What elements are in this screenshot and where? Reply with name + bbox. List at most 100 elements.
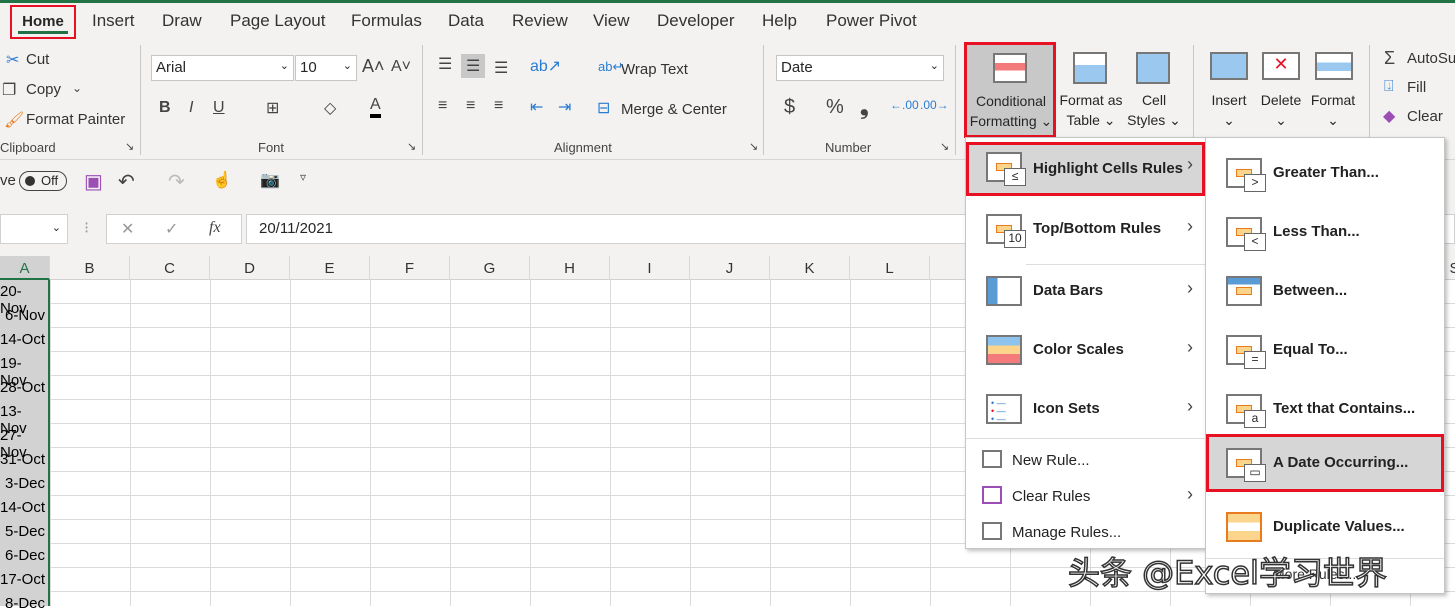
borders-icon[interactable]: ⊞ <box>266 98 279 118</box>
cell-a[interactable]: 28-Oct <box>0 379 45 396</box>
percent-button[interactable]: % <box>826 96 844 119</box>
menu-item-highlight-cells-rules[interactable]: ≤ Highlight Cells Rules › <box>966 142 1205 196</box>
autosave-toggle[interactable]: Off <box>19 171 67 191</box>
cell-a[interactable]: 14-Oct <box>0 331 45 348</box>
cell-styles-button[interactable]: Cell Styles ⌄ <box>1124 90 1184 130</box>
tab-developer[interactable]: Developer <box>657 11 735 31</box>
tab-review[interactable]: Review <box>512 11 568 31</box>
menu-item-date-occurring[interactable]: ▭ A Date Occurring... <box>1206 434 1444 492</box>
tab-data[interactable]: Data <box>448 11 484 31</box>
cell-a[interactable]: 6-Nov <box>5 307 45 324</box>
underline-button[interactable]: U <box>213 99 225 117</box>
increase-font-icon[interactable]: A˄ <box>362 56 385 77</box>
insert-function-button[interactable]: fx <box>209 219 221 237</box>
column-header[interactable]: G <box>450 256 530 280</box>
number-format-select[interactable]: Date ⌄ <box>776 55 944 81</box>
font-size-select[interactable]: 10 ⌄ <box>295 55 357 81</box>
menu-item-less-than[interactable]: < Less Than... <box>1206 207 1444 257</box>
format-as-table-button[interactable]: Format as Table ⌄ <box>1056 90 1126 130</box>
column-header[interactable]: C <box>130 256 210 280</box>
column-header[interactable]: B <box>50 256 130 280</box>
insert-cells-button[interactable]: Insert ⌄ <box>1205 90 1253 130</box>
chevron-down-icon[interactable]: ⌄ <box>72 81 82 95</box>
redo-icon[interactable]: ↷ <box>168 169 185 194</box>
middle-align-icon[interactable]: ☰ <box>461 54 486 78</box>
cell-a[interactable]: 17-Oct <box>0 571 45 588</box>
fill-color-icon[interactable]: ◇ <box>324 98 336 118</box>
menu-item-text-contains[interactable]: a Text that Contains... <box>1206 384 1444 434</box>
menu-item-equal-to[interactable]: = Equal To... <box>1206 325 1444 375</box>
column-header-a[interactable]: A <box>0 256 50 280</box>
column-header[interactable]: H <box>530 256 610 280</box>
tab-formulas[interactable]: Formulas <box>351 11 422 31</box>
align-center-icon[interactable]: ≡ <box>466 97 475 115</box>
dialog-launcher-icon[interactable]: ↘ <box>940 140 949 153</box>
tab-home[interactable]: Home <box>10 5 76 39</box>
cell-a[interactable]: 31-Oct <box>0 451 45 468</box>
menu-item-greater-than[interactable]: > Greater Than... <box>1206 148 1444 198</box>
comma-button[interactable]: ❟ <box>860 94 869 120</box>
menu-item-top-bottom-rules[interactable]: 10 Top/Bottom Rules › <box>966 204 1205 254</box>
italic-button[interactable]: I <box>189 99 193 117</box>
touch-mode-icon[interactable]: ☝ <box>212 170 232 190</box>
name-box[interactable]: ⌄ <box>0 214 68 244</box>
format-painter-button[interactable]: Format Painter <box>26 111 125 128</box>
cell-a[interactable]: 6-Dec <box>5 547 45 564</box>
align-right-icon[interactable]: ≡ <box>494 97 503 115</box>
tab-page-layout[interactable]: Page Layout <box>230 11 325 31</box>
enter-icon[interactable]: ✓ <box>165 219 178 239</box>
column-header[interactable]: K <box>770 256 850 280</box>
menu-item-between[interactable]: Between... <box>1206 266 1444 316</box>
dialog-launcher-icon[interactable]: ↘ <box>749 140 758 153</box>
font-color-icon[interactable]: A <box>370 96 381 118</box>
delete-cells-button[interactable]: Delete ⌄ <box>1257 90 1305 130</box>
column-header[interactable]: J <box>690 256 770 280</box>
decrease-font-icon[interactable]: A˅ <box>391 58 411 76</box>
menu-item-icon-sets[interactable]: • — • — • — Icon Sets › <box>966 384 1205 434</box>
format-cells-button[interactable]: Format ⌄ <box>1305 90 1361 130</box>
menu-item-clear-rules[interactable]: Clear Rules › <box>966 478 1205 512</box>
decrease-indent-icon[interactable]: ⇤ <box>530 97 543 117</box>
undo-icon[interactable]: ↶ <box>118 169 135 194</box>
dialog-launcher-icon[interactable]: ↘ <box>407 140 416 153</box>
column-header[interactable]: E <box>290 256 370 280</box>
menu-item-duplicate-values[interactable]: Duplicate Values... <box>1206 502 1444 552</box>
autosum-button[interactable]: AutoSum <box>1407 50 1455 67</box>
tab-power-pivot[interactable]: Power Pivot <box>826 11 917 31</box>
menu-item-color-scales[interactable]: Color Scales › <box>966 325 1205 375</box>
column-header[interactable]: I <box>610 256 690 280</box>
save-icon[interactable]: ▣ <box>84 169 103 194</box>
wrap-text-button[interactable]: Wrap Text <box>621 61 688 78</box>
increase-indent-icon[interactable]: ⇥ <box>558 97 571 117</box>
menu-item-new-rule[interactable]: New Rule... <box>966 442 1205 476</box>
tab-view[interactable]: View <box>593 11 630 31</box>
cell-a[interactable]: 3-Dec <box>5 475 45 492</box>
currency-button[interactable]: $ <box>784 96 795 119</box>
tab-draw[interactable]: Draw <box>162 11 202 31</box>
bold-button[interactable]: B <box>159 99 171 117</box>
dialog-launcher-icon[interactable]: ↘ <box>125 140 134 153</box>
column-header[interactable]: F <box>370 256 450 280</box>
menu-item-data-bars[interactable]: Data Bars › <box>966 266 1205 316</box>
bottom-align-icon[interactable]: ☰ <box>494 58 508 78</box>
clear-button[interactable]: Clear <box>1407 108 1443 125</box>
conditional-formatting-button[interactable]: Conditional Formatting ⌄ <box>964 42 1056 138</box>
cut-button[interactable]: Cut <box>26 51 49 68</box>
camera-icon[interactable]: 📷 <box>260 170 280 190</box>
decrease-decimal-icon[interactable]: .00→ <box>920 98 949 112</box>
increase-decimal-icon[interactable]: ←.00 <box>890 98 919 112</box>
menu-item-manage-rules[interactable]: Manage Rules... <box>966 514 1205 548</box>
customize-qat-icon[interactable]: ▿ <box>300 170 306 184</box>
copy-button[interactable]: Copy <box>26 81 61 98</box>
orientation-icon[interactable]: ab↗ <box>530 56 561 76</box>
tab-help[interactable]: Help <box>762 11 797 31</box>
tab-insert[interactable]: Insert <box>92 11 135 31</box>
cell-a[interactable]: 8-Dec <box>5 595 45 612</box>
column-header[interactable]: L <box>850 256 930 280</box>
font-name-select[interactable]: Arial ⌄ <box>151 55 294 81</box>
top-align-icon[interactable]: ☰ <box>438 54 452 74</box>
merge-center-button[interactable]: Merge & Center <box>621 101 727 118</box>
cancel-icon[interactable]: ✕ <box>121 219 134 239</box>
column-header[interactable]: D <box>210 256 290 280</box>
cell-a[interactable]: 14-Oct <box>0 499 45 516</box>
